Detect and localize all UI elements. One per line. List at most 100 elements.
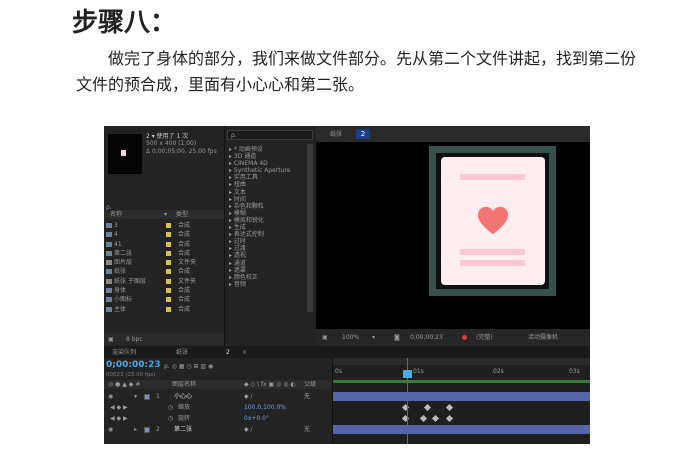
list-item[interactable]: ▸ 遮罩 bbox=[229, 267, 290, 274]
timeline-tabs: 渲染队列 纸张 2 × bbox=[104, 346, 590, 358]
layer-header: ◎ ● ▲ ◆ # 图层名称 ◆ ◇ \ fx ▣ ◎ ◎ ◐ 父级 bbox=[104, 380, 332, 389]
tab-comp[interactable]: 纸张 bbox=[330, 131, 342, 138]
tab-render-queue[interactable]: 渲染队列 bbox=[112, 349, 136, 356]
list-item[interactable]: ▸ 杂色和颗粒 bbox=[229, 203, 290, 210]
col-name-header[interactable]: 名称 bbox=[110, 211, 122, 218]
keyframe-icon[interactable] bbox=[445, 403, 454, 412]
list-item[interactable]: ▸ CINEMA 4D bbox=[229, 160, 290, 167]
camera-icon[interactable]: ◙ bbox=[394, 334, 400, 341]
project-header: 名称 ▾ 类型 bbox=[104, 210, 224, 219]
list-item[interactable]: 4 合成 bbox=[104, 230, 224, 239]
close-icon[interactable]: × bbox=[242, 349, 247, 356]
resolution-select[interactable]: (完整) bbox=[476, 334, 493, 341]
parent-header[interactable]: 父级 bbox=[304, 381, 316, 388]
comp-icon bbox=[106, 297, 112, 303]
list-item[interactable]: 身体 合成 bbox=[104, 286, 224, 295]
list-item[interactable]: 第二张 合成 bbox=[104, 249, 224, 258]
bpc-button[interactable]: 8 bpc bbox=[126, 336, 143, 343]
artwork-frame bbox=[429, 146, 556, 296]
keyframe-icon[interactable] bbox=[419, 414, 428, 423]
label-swatch bbox=[166, 269, 171, 275]
viewer-tab-bar: 纸张 2 bbox=[316, 126, 590, 142]
comp-icon bbox=[106, 250, 112, 256]
comp-icon bbox=[106, 232, 112, 238]
list-item[interactable]: 主体 合成 bbox=[104, 305, 224, 314]
list-item[interactable]: ▸ 颜色校正 bbox=[229, 274, 290, 281]
tab-comp-2[interactable]: 2 bbox=[226, 349, 230, 356]
layer-bar[interactable] bbox=[333, 392, 590, 401]
layer-switches[interactable]: ◆ / bbox=[244, 426, 253, 433]
table-row[interactable]: ◉ ▸ 2 第二张 ◆ / 无 bbox=[104, 425, 332, 434]
property-value[interactable]: 0x+0.0° bbox=[244, 415, 269, 422]
property-value[interactable]: 100.0,100.0% bbox=[244, 404, 286, 411]
list-item[interactable]: ▸ 模糊 bbox=[229, 210, 290, 217]
list-item[interactable]: ▸ 3D 通道 bbox=[229, 153, 290, 160]
tab-paper[interactable]: 纸张 bbox=[176, 349, 188, 356]
comp-badge[interactable]: 2 bbox=[356, 129, 370, 139]
color-icon[interactable] bbox=[462, 335, 467, 340]
label-swatch[interactable] bbox=[144, 394, 150, 400]
layer-name-header[interactable]: 图层名称 bbox=[172, 381, 196, 388]
keyframe-icon[interactable] bbox=[423, 403, 432, 412]
list-item[interactable]: ▸ 扭曲 bbox=[229, 181, 290, 188]
chevron-down-icon[interactable]: ▾ bbox=[372, 334, 375, 341]
grid-icon[interactable]: ▣ bbox=[322, 334, 328, 341]
eye-icon[interactable]: ◉ bbox=[108, 393, 113, 400]
effects-search-input[interactable]: ρ. bbox=[227, 130, 313, 140]
expand-icon[interactable]: ▸ bbox=[134, 426, 137, 433]
stopwatch-icon[interactable]: ◷ bbox=[168, 404, 173, 411]
comp-icon bbox=[106, 288, 112, 294]
viewer-timecode[interactable]: 0;00;00;23 bbox=[410, 334, 443, 341]
parent-select[interactable]: 无 bbox=[304, 426, 310, 433]
camera-select[interactable]: 活动摄像机 bbox=[528, 334, 558, 341]
stopwatch-icon[interactable]: ◷ bbox=[168, 415, 173, 422]
list-item[interactable]: ▸ 文本 bbox=[229, 189, 290, 196]
label-swatch bbox=[166, 223, 171, 228]
list-item[interactable]: ▸ 模拟和锐化 bbox=[229, 217, 290, 224]
expand-icon[interactable]: ▾ bbox=[134, 393, 137, 400]
table-row[interactable]: ◉ ▾ 1 小心心 ◆ / 无 bbox=[104, 392, 332, 401]
layer-name[interactable]: 第二张 bbox=[174, 426, 192, 433]
label-swatch[interactable] bbox=[144, 427, 150, 433]
label-swatch bbox=[166, 306, 171, 312]
table-row[interactable]: ◀ ◆ ▶ ◷ 缩放 100.0,100.0% bbox=[104, 403, 332, 412]
time-ruler[interactable]: 0s 01s 02s 03s bbox=[333, 366, 590, 378]
list-item[interactable]: 3 合成 bbox=[104, 221, 224, 230]
effects-scrollbar[interactable] bbox=[307, 144, 313, 312]
list-item[interactable]: ▸ 透视 bbox=[229, 252, 290, 259]
list-item[interactable]: ▸ 时间 bbox=[229, 196, 290, 203]
list-item[interactable]: 小图标 合成 bbox=[104, 295, 224, 304]
layer-switches[interactable]: ◆ / bbox=[244, 393, 253, 400]
keyframe-nav-icon[interactable]: ◀ ◆ ▶ bbox=[110, 415, 128, 422]
list-item[interactable]: 41 合成 bbox=[104, 240, 224, 249]
comp-thumbnail bbox=[108, 134, 142, 174]
project-panel: 2 ▾ 使用了 1 次 500 x 400 (1.00) Δ 0;00;05;0… bbox=[104, 126, 224, 346]
zoom-select[interactable]: 100% bbox=[342, 334, 359, 341]
comp-name[interactable]: 2 ▾ 使用了 1 次 bbox=[146, 133, 217, 140]
keyframe-icon[interactable] bbox=[445, 414, 454, 423]
eye-icon[interactable]: ◉ bbox=[108, 426, 113, 433]
timeline-timecode[interactable]: 0;00:00:23 bbox=[106, 360, 161, 370]
ae-screenshot: 2 ▾ 使用了 1 次 500 x 400 (1.00) Δ 0;00;05;0… bbox=[104, 126, 590, 444]
list-item[interactable]: 纸张 子图层 文件夹 bbox=[104, 277, 224, 286]
list-item[interactable]: ▸ 音频 bbox=[229, 281, 290, 288]
layer-name[interactable]: 小心心 bbox=[174, 393, 192, 400]
work-area-bar[interactable] bbox=[333, 358, 590, 365]
label-swatch bbox=[166, 232, 171, 238]
col-type-header[interactable]: 类型 bbox=[176, 211, 188, 218]
work-area-range[interactable] bbox=[333, 380, 590, 383]
list-item[interactable]: 图片层 文件夹 bbox=[104, 258, 224, 267]
comp-icon bbox=[106, 269, 112, 275]
list-item[interactable]: 纸张 合成 bbox=[104, 267, 224, 276]
keyframe-icon[interactable] bbox=[431, 414, 440, 423]
parent-select[interactable]: 无 bbox=[304, 393, 310, 400]
folder-icon bbox=[106, 278, 112, 284]
comp-info: 2 ▾ 使用了 1 次 500 x 400 (1.00) Δ 0;00;05;0… bbox=[146, 133, 217, 155]
keyframe-nav-icon[interactable]: ◀ ◆ ▶ bbox=[110, 404, 128, 411]
timeline-tool-icons[interactable]: ρ. ◎ ▦ ◷ ⊞ ▥ ◉ bbox=[164, 363, 213, 370]
playhead-handle[interactable] bbox=[403, 370, 412, 378]
list-item[interactable]: ▸ 通道 bbox=[229, 260, 290, 267]
layer-bar[interactable] bbox=[333, 425, 590, 434]
table-row[interactable]: ◀ ◆ ▶ ◷ 旋转 0x+0.0° bbox=[104, 414, 332, 423]
trash-icon[interactable]: ▣ bbox=[108, 336, 114, 343]
